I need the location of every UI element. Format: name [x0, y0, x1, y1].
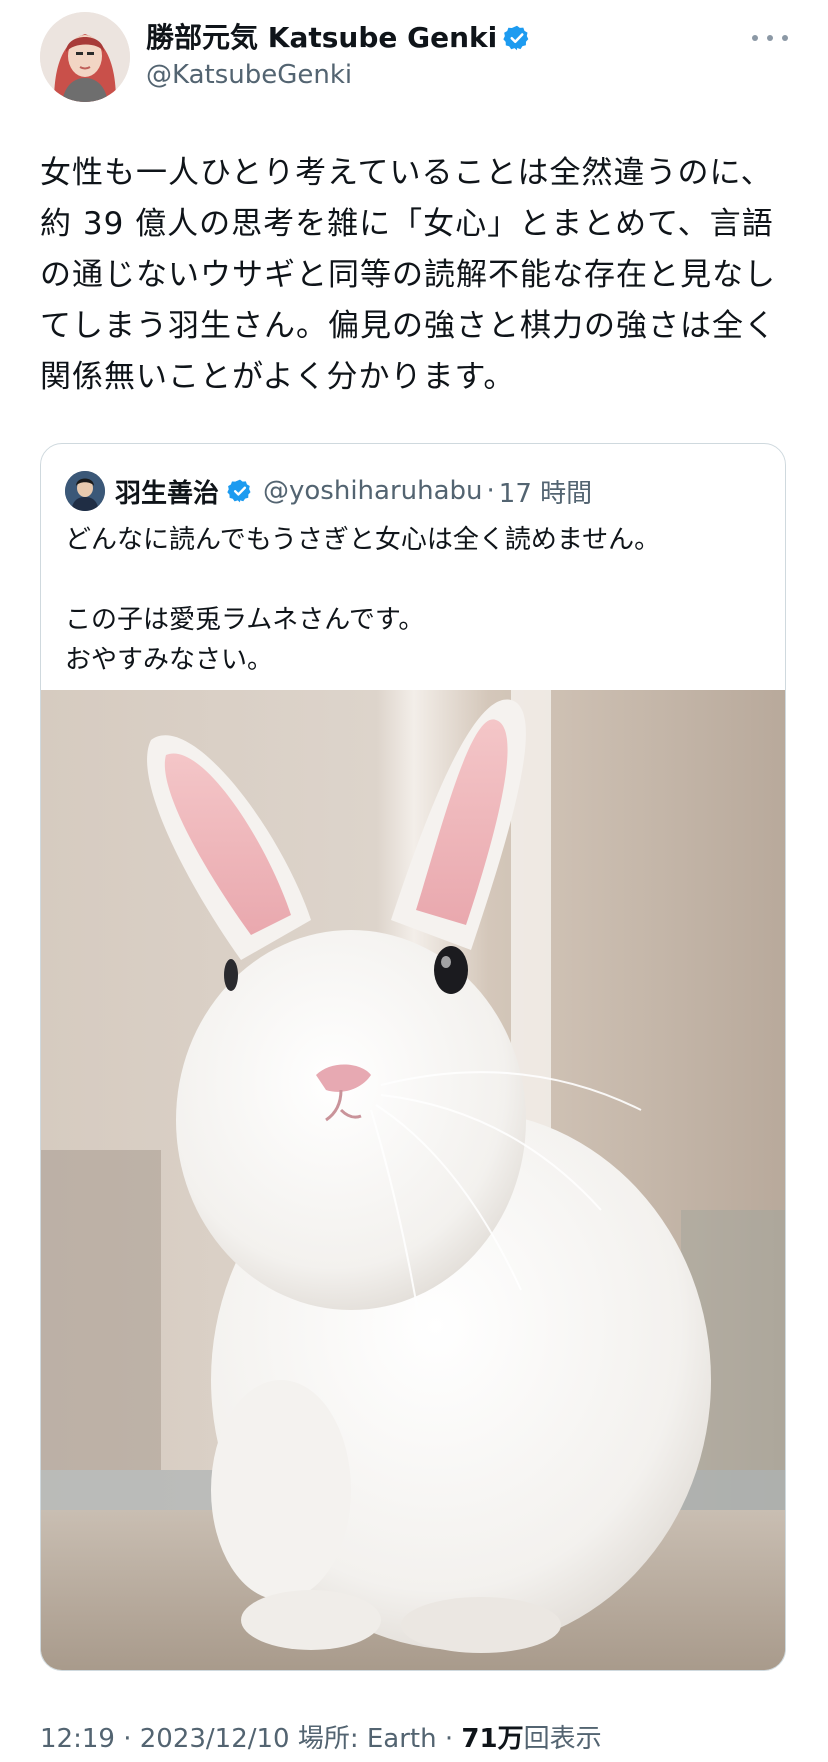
- tweet-line: 約 39 億人の思考を雑に「女心」とまとめて、言語: [40, 206, 774, 242]
- verified-badge-icon: [227, 479, 251, 503]
- quoted-tweet-card[interactable]: 羽生善治 @yoshiharuhabu · 17 時間 どんなに読んでもうさぎと…: [40, 443, 786, 1671]
- view-count-label: 回表示: [523, 1724, 602, 1754]
- more-dot: [752, 35, 758, 41]
- author-name-text: 勝部元気 Katsube Genki: [146, 21, 498, 54]
- quoted-tweet-header: 羽生善治 @yoshiharuhabu · 17 時間: [65, 470, 592, 512]
- tweet-line: の通じないウサギと同等の読解不能な存在と見なし: [40, 257, 776, 293]
- quoted-tweet-text: どんなに読んでもうさぎと女心は全く読めません。 この子は愛兎ラムネさんです。 お…: [65, 520, 660, 680]
- more-dot: [767, 35, 773, 41]
- author-display-name[interactable]: 勝部元気 Katsube Genki: [146, 20, 531, 56]
- tweet-location: 場所: Earth: [297, 1724, 437, 1754]
- separator-dot: ·: [123, 1724, 132, 1754]
- author-handle[interactable]: @KatsubeGenki: [146, 58, 352, 92]
- tweet-line: てしまう羽生さん。偏見の強さと棋力の強さは全く: [40, 308, 776, 344]
- separator-dot: ·: [444, 1724, 454, 1754]
- quoted-line: おやすみなさい。: [65, 645, 274, 675]
- tweet-date[interactable]: 2023/12/10: [140, 1724, 290, 1754]
- quoted-avatar-image: [65, 471, 105, 511]
- quoted-author-handle[interactable]: @yoshiharuhabu: [263, 476, 483, 506]
- tweet-meta: 12:19 · 2023/12/10 場所: Earth · 71万回表示: [40, 1718, 602, 1755]
- more-options-icon[interactable]: [752, 26, 788, 50]
- tweet-line: 関係無いことがよく分かります。: [40, 359, 516, 395]
- quoted-tweet-photo[interactable]: [41, 690, 785, 1670]
- more-dot: [782, 35, 788, 41]
- separator-dot: ·: [486, 476, 495, 506]
- tweet-text: 女性も一人ひとり考えていることは全然違うのに、 約 39 億人の思考を雑に「女心…: [40, 148, 790, 403]
- tweet-line: 女性も一人ひとり考えていることは全然違うのに、: [40, 155, 773, 191]
- view-count[interactable]: 71万: [461, 1724, 523, 1754]
- tweet-time[interactable]: 12:19: [40, 1724, 115, 1754]
- quoted-line: どんなに読んでもうさぎと女心は全く読めません。: [65, 525, 661, 555]
- author-avatar-image: [40, 12, 130, 102]
- author-avatar[interactable]: [40, 12, 130, 102]
- quoted-line: この子は愛兎ラムネさんです。: [65, 605, 425, 635]
- quoted-line: [65, 560, 660, 600]
- verified-badge-icon: [503, 25, 529, 51]
- quoted-author-name[interactable]: 羽生善治: [115, 473, 219, 510]
- rabbit-photo: [41, 690, 785, 1670]
- quoted-tweet-time[interactable]: 17 時間: [499, 473, 592, 510]
- quoted-author-avatar[interactable]: [65, 471, 105, 511]
